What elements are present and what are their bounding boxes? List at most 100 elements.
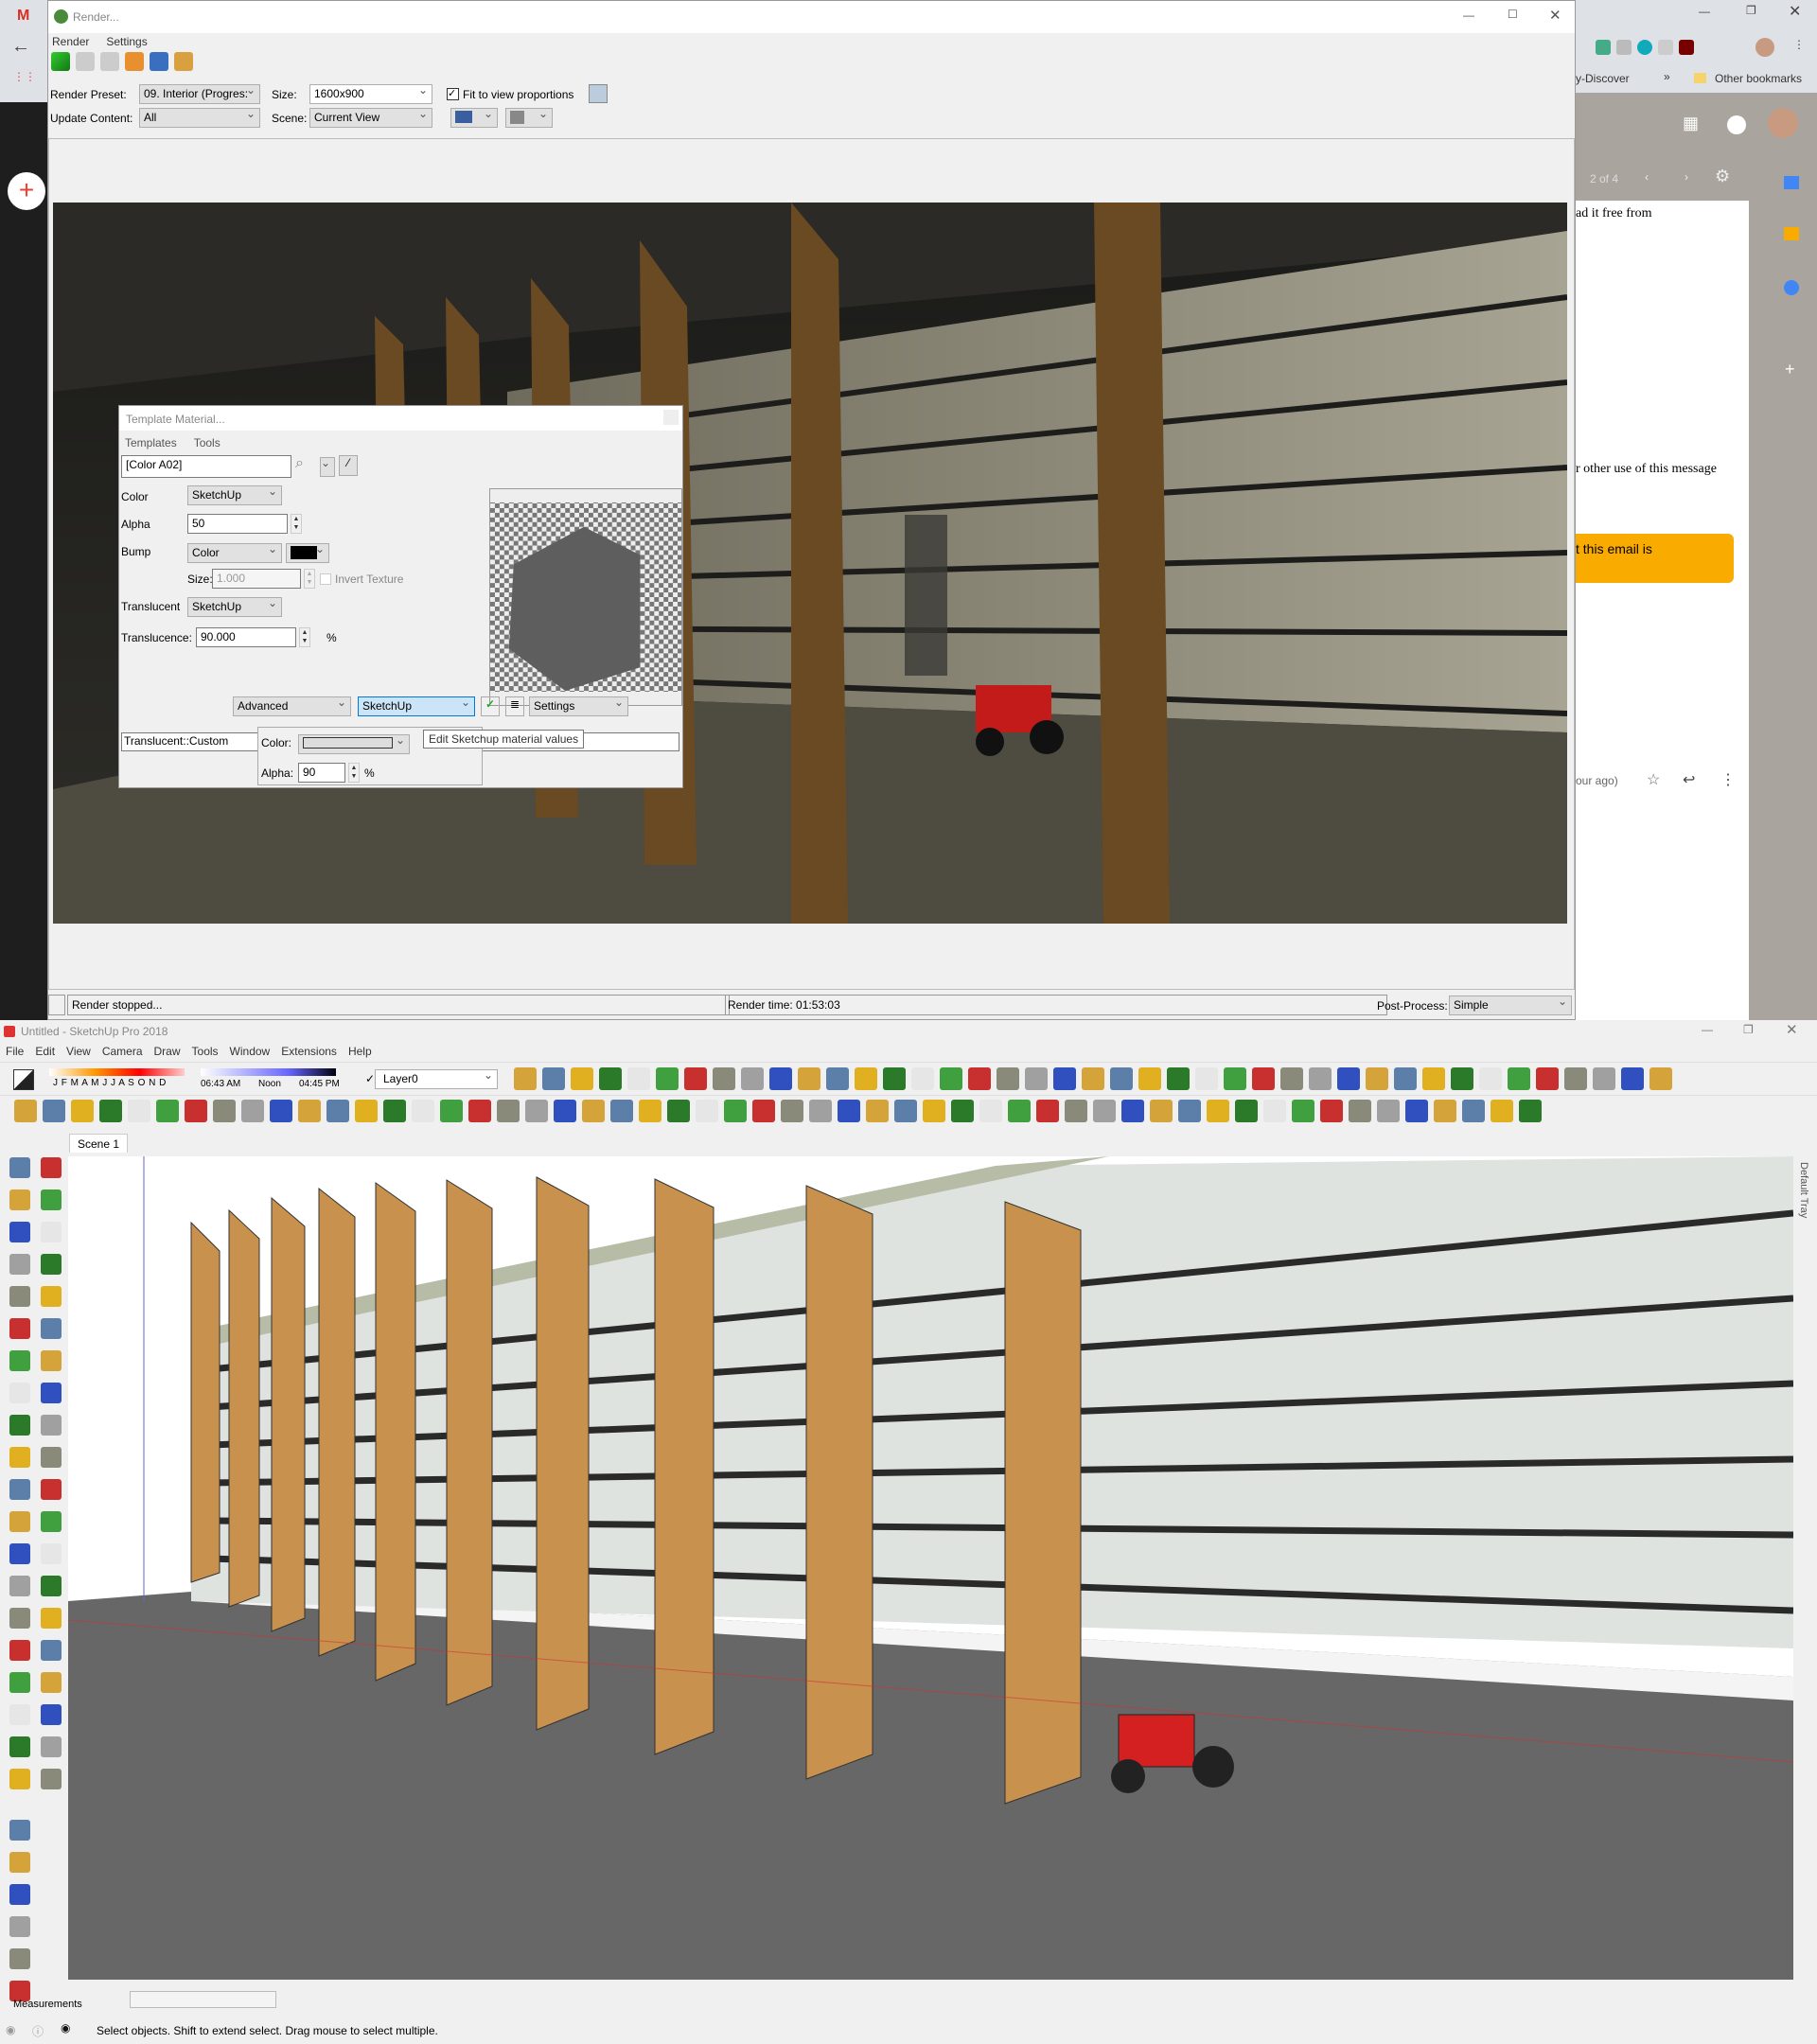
toolbar-tool-icon[interactable]: [769, 1067, 792, 1090]
palette-tool-icon[interactable]: [9, 1704, 30, 1725]
toolbar-tool-icon[interactable]: [911, 1067, 934, 1090]
toolbar-tool-icon[interactable]: [14, 1100, 37, 1122]
palette-tool-icon[interactable]: [41, 1447, 62, 1468]
popup-color-dropdown[interactable]: [298, 734, 410, 754]
dialog-close-button[interactable]: [663, 410, 679, 425]
toolbar-tool-icon[interactable]: [923, 1100, 945, 1122]
toolbar-tool-icon[interactable]: [497, 1100, 520, 1122]
toolbar-tool-icon[interactable]: [1422, 1067, 1445, 1090]
palette-tool-icon[interactable]: [9, 1350, 30, 1371]
save-image-icon[interactable]: [125, 52, 144, 71]
palette-tool-icon[interactable]: [9, 1479, 30, 1500]
settings-gear-icon[interactable]: ⚙: [1715, 167, 1730, 186]
maximize-button[interactable]: ☐: [1508, 8, 1518, 21]
palette-tool-icon[interactable]: [9, 1383, 30, 1403]
material-search-input[interactable]: [Color A02]: [121, 455, 291, 478]
more-icon[interactable]: ⋮: [1720, 770, 1736, 789]
toolbar-tool-icon[interactable]: [1138, 1067, 1161, 1090]
bump-dropdown[interactable]: Color: [187, 543, 282, 563]
palette-tool-icon[interactable]: [9, 1640, 30, 1661]
list-icon[interactable]: ≣: [505, 696, 524, 716]
bookmark-fragment[interactable]: y-Discover: [1576, 72, 1630, 85]
fullscreen-icon[interactable]: [589, 84, 608, 103]
palette-tool-icon[interactable]: [9, 1447, 30, 1468]
camera-dropdown[interactable]: [450, 108, 498, 128]
toolbar-tool-icon[interactable]: [1167, 1067, 1190, 1090]
toolbar-tool-icon[interactable]: [99, 1100, 122, 1122]
toolbar-tool-icon[interactable]: [855, 1067, 877, 1090]
account-avatar[interactable]: [1768, 108, 1798, 138]
palette-tool-icon[interactable]: [9, 1157, 30, 1178]
toolbar-tool-icon[interactable]: [1235, 1100, 1258, 1122]
toolbar-tool-icon[interactable]: [43, 1100, 65, 1122]
postprocess-dropdown[interactable]: Simple: [1449, 996, 1572, 1015]
translucence-input[interactable]: 90.000: [196, 627, 296, 647]
toolbar-tool-icon[interactable]: [1366, 1067, 1388, 1090]
toolbar-tool-icon[interactable]: [1263, 1100, 1286, 1122]
toolbar-tool-icon[interactable]: [1053, 1067, 1076, 1090]
toolbar-tool-icon[interactable]: [542, 1067, 565, 1090]
alpha-spinner[interactable]: ▲ ▼: [291, 514, 302, 534]
window-close-icon[interactable]: ✕: [1789, 2, 1801, 21]
toolbar-tool-icon[interactable]: [997, 1067, 1019, 1090]
toolbar-tool-icon[interactable]: [554, 1100, 576, 1122]
bump-color-dropdown[interactable]: [286, 543, 329, 563]
toolbar-tool-icon[interactable]: [1008, 1100, 1031, 1122]
toolbar-tool-icon[interactable]: [440, 1100, 463, 1122]
toolbar-tool-icon[interactable]: [270, 1100, 292, 1122]
toolbar-tool-icon[interactable]: [1337, 1067, 1360, 1090]
toolbar-tool-icon[interactable]: [1025, 1067, 1048, 1090]
toolbar-tool-icon[interactable]: [1434, 1100, 1456, 1122]
su-close[interactable]: ✕: [1786, 1021, 1798, 1038]
bookmarks-overflow[interactable]: »: [1664, 70, 1670, 83]
toolbar-tool-icon[interactable]: [1349, 1100, 1371, 1122]
palette-tool-icon[interactable]: [41, 1157, 62, 1178]
toolbar-tool-icon[interactable]: [383, 1100, 406, 1122]
palette-tool-icon[interactable]: [9, 1286, 30, 1307]
toolbar-tool-icon[interactable]: [599, 1067, 622, 1090]
toolbar-tool-icon[interactable]: [894, 1100, 917, 1122]
settings-dropdown[interactable]: Settings: [529, 696, 628, 716]
palette-tool-icon[interactable]: [9, 1576, 30, 1596]
toolbar-tool-icon[interactable]: [1292, 1100, 1314, 1122]
toolbar-tool-icon[interactable]: [514, 1067, 537, 1090]
popup-alpha-spinner[interactable]: ▲ ▼: [348, 763, 360, 783]
search-dropdown[interactable]: [320, 457, 335, 477]
toolbar-tool-icon[interactable]: [940, 1067, 962, 1090]
measurements-input[interactable]: [130, 1991, 276, 2008]
scene-dropdown[interactable]: Current View: [309, 108, 432, 128]
menu-camera[interactable]: Camera: [102, 1045, 143, 1058]
toolbar-tool-icon[interactable]: [826, 1067, 849, 1090]
export-icon[interactable]: [150, 52, 168, 71]
chrome-menu-icon[interactable]: ⋮: [1793, 38, 1805, 51]
su-restore[interactable]: ❐: [1743, 1023, 1754, 1036]
toolbar-tool-icon[interactable]: [1621, 1067, 1644, 1090]
toolbar-tool-icon[interactable]: [213, 1100, 236, 1122]
palette-tool-icon[interactable]: [41, 1222, 62, 1242]
palette-tool-icon[interactable]: [41, 1383, 62, 1403]
shadows-icon[interactable]: [13, 1069, 34, 1090]
toolbar-tool-icon[interactable]: [968, 1067, 991, 1090]
menu-tools[interactable]: Tools: [194, 436, 221, 449]
apps-icon[interactable]: ⋮⋮: [13, 70, 36, 83]
window-min-icon[interactable]: —: [1699, 5, 1710, 18]
palette-tool-icon[interactable]: [9, 1820, 30, 1841]
prev-icon[interactable]: ‹: [1645, 170, 1649, 184]
menu-edit[interactable]: Edit: [35, 1045, 55, 1058]
toolbar-tool-icon[interactable]: [1593, 1067, 1615, 1090]
palette-tool-icon[interactable]: [9, 1769, 30, 1789]
invert-checkbox[interactable]: [320, 573, 331, 585]
menu-render[interactable]: Render: [52, 35, 89, 48]
translucence-spinner[interactable]: ▲ ▼: [299, 627, 310, 647]
default-tray-tab[interactable]: Default Tray: [1798, 1162, 1809, 1218]
toolbar-tool-icon[interactable]: [1280, 1067, 1303, 1090]
palette-tool-icon[interactable]: [41, 1511, 62, 1532]
add-addon-icon[interactable]: +: [1785, 360, 1795, 379]
pause-icon[interactable]: [76, 52, 95, 71]
package-icon[interactable]: [174, 52, 193, 71]
toolbar-tool-icon[interactable]: [1320, 1100, 1343, 1122]
toolbar-tool-icon[interactable]: [883, 1067, 906, 1090]
popup-alpha-input[interactable]: 90: [298, 763, 345, 783]
palette-tool-icon[interactable]: [9, 1222, 30, 1242]
palette-tool-icon[interactable]: [41, 1318, 62, 1339]
